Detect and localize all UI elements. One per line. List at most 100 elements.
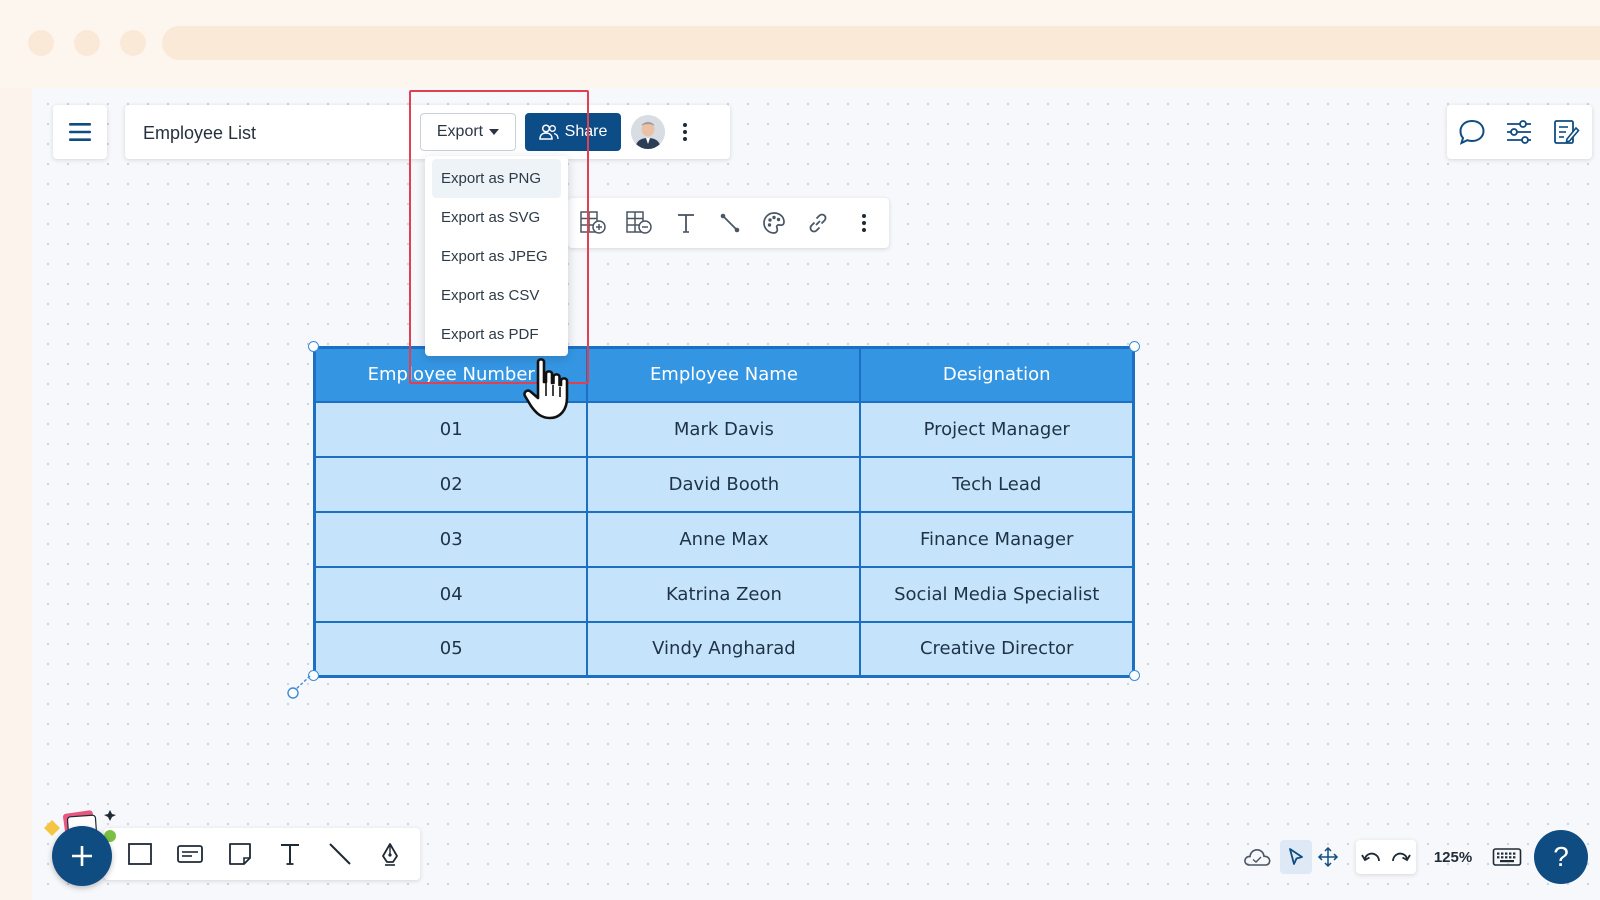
avatar[interactable] (631, 115, 665, 149)
redo-icon (1392, 852, 1411, 862)
select-tool-button[interactable] (1280, 840, 1312, 874)
window-dot (28, 30, 54, 56)
link-icon (809, 213, 827, 233)
table-cell[interactable]: Katrina Zeon (586, 565, 862, 623)
keyboard-shortcuts-button[interactable] (1490, 842, 1524, 872)
table-cell[interactable]: Creative Director (859, 620, 1135, 678)
undo-button[interactable] (1356, 840, 1386, 874)
line-icon (329, 843, 351, 865)
resize-handle[interactable] (1129, 341, 1140, 352)
rectangle-icon (128, 843, 152, 865)
share-button-label: Share (564, 123, 608, 140)
sliders-icon (1507, 120, 1531, 144)
column-header[interactable]: Employee Name (586, 346, 862, 403)
resize-handle[interactable] (308, 341, 319, 352)
context-more-button[interactable] (852, 210, 876, 236)
rotate-handle-icon[interactable] (284, 672, 318, 702)
undo-icon (1361, 852, 1380, 862)
comment-icon (1459, 119, 1485, 145)
settings-button[interactable] (1502, 115, 1536, 149)
text-icon (281, 844, 299, 865)
table-cell[interactable]: Project Manager (859, 400, 1135, 458)
table-row: 04 Katrina Zeon Social Media Specialist (313, 565, 1135, 623)
connector-button[interactable] (714, 207, 746, 239)
window-dot (120, 30, 146, 56)
table-cell[interactable]: Finance Manager (859, 510, 1135, 568)
user-photo-icon (631, 115, 665, 149)
plus-icon (72, 846, 92, 866)
table-remove-icon (626, 211, 652, 234)
table-row: 01 Mark Davis Project Manager (313, 400, 1135, 458)
add-row-button[interactable] (578, 207, 610, 239)
add-shape-button[interactable] (52, 826, 112, 886)
help-button[interactable]: ? (1534, 830, 1588, 884)
export-button-label: Export (436, 123, 484, 140)
remove-row-button[interactable] (624, 207, 656, 239)
pan-tool-button[interactable] (1312, 840, 1344, 874)
pen-tool-button[interactable] (374, 838, 406, 870)
text-icon (678, 214, 694, 233)
sticky-note-tool-button[interactable] (224, 838, 256, 870)
card-tool-button[interactable] (174, 838, 206, 870)
table-cell[interactable]: Vindy Angharad (586, 620, 862, 678)
table-row: 02 David Booth Tech Lead (313, 455, 1135, 513)
keyboard-icon (1492, 848, 1522, 866)
resize-handle[interactable] (1129, 670, 1140, 681)
table-cell[interactable]: 03 (313, 510, 589, 568)
move-icon (1317, 846, 1339, 868)
cloud-icon (1244, 848, 1271, 866)
document-title[interactable]: Employee List (143, 123, 256, 144)
table-row: 03 Anne Max Finance Manager (313, 510, 1135, 568)
link-button[interactable] (802, 207, 834, 239)
caret-down-icon (489, 129, 500, 135)
table-row: 05 Vindy Angharad Creative Director (313, 620, 1135, 678)
main-menu-button[interactable] (53, 105, 107, 159)
shape-toolbar (104, 828, 420, 880)
line-tool-button[interactable] (324, 838, 356, 870)
cloud-sync-button[interactable] (1240, 842, 1274, 872)
pointer-icon (1289, 848, 1303, 865)
document-header: Employee List Export Share (125, 105, 730, 159)
column-header[interactable]: Designation (859, 346, 1135, 403)
employee-table[interactable]: Employee Number Employee Name Designatio… (313, 346, 1135, 678)
text-tool-button[interactable] (670, 207, 702, 239)
table-cell[interactable]: 04 (313, 565, 589, 623)
table-cell[interactable]: 05 (313, 620, 589, 678)
browser-chrome (0, 0, 1600, 88)
export-png-item[interactable]: Export as PNG (432, 159, 561, 198)
zoom-level[interactable]: 125% (1424, 842, 1482, 872)
notes-button[interactable] (1549, 115, 1583, 149)
redo-button[interactable] (1386, 840, 1416, 874)
more-options-button[interactable] (673, 119, 697, 145)
hamburger-icon (69, 123, 91, 141)
share-button[interactable]: Share (525, 113, 621, 151)
sticky-note-icon (229, 843, 251, 865)
address-bar (162, 26, 1600, 60)
palette-icon (763, 212, 785, 234)
text-tool-bottom-button[interactable] (274, 838, 306, 870)
kebab-icon (862, 214, 866, 232)
card-icon (177, 845, 203, 863)
table-cell[interactable]: Mark Davis (586, 400, 862, 458)
export-svg-item[interactable]: Export as SVG (432, 198, 561, 237)
export-pdf-item[interactable]: Export as PDF (432, 315, 561, 354)
export-csv-item[interactable]: Export as CSV (432, 276, 561, 315)
export-jpeg-item[interactable]: Export as JPEG (432, 237, 561, 276)
comments-button[interactable] (1455, 115, 1489, 149)
table-cell[interactable]: Tech Lead (859, 455, 1135, 513)
rectangle-tool-button[interactable] (124, 838, 156, 870)
table-cell[interactable]: Anne Max (586, 510, 862, 568)
export-menu: Export as PNG Export as SVG Export as JP… (425, 156, 568, 356)
pointer-mode-group (1280, 840, 1344, 874)
kebab-icon (683, 123, 687, 141)
hand-cursor-icon (523, 358, 569, 420)
table-cell[interactable]: David Booth (586, 455, 862, 513)
table-add-icon (580, 211, 606, 234)
table-cell[interactable]: Social Media Specialist (859, 565, 1135, 623)
table-cell[interactable]: 02 (313, 455, 589, 513)
export-button[interactable]: Export (420, 113, 516, 151)
color-button[interactable] (758, 207, 790, 239)
context-toolbar (568, 198, 889, 248)
window-dot (74, 30, 100, 56)
connector-icon (720, 213, 740, 233)
